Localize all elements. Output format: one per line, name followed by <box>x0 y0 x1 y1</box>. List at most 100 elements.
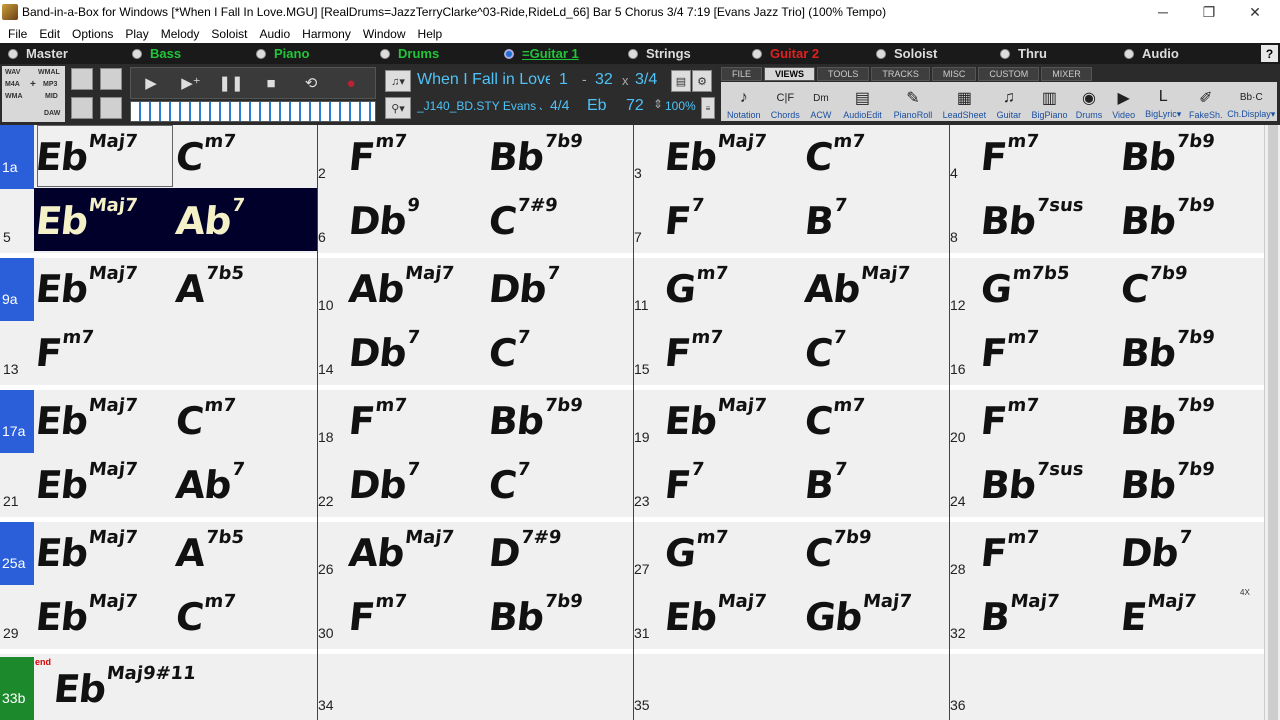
chord-symbol[interactable]: Bb7b9 <box>1119 395 1216 443</box>
help-button[interactable]: ? <box>1261 45 1278 62</box>
restore-button[interactable]: ❐ <box>1186 0 1232 24</box>
piano-keyboard[interactable] <box>130 101 376 122</box>
menu-lines-icon[interactable]: ≡ <box>701 97 715 119</box>
menu-harmony[interactable]: Harmony <box>296 27 357 41</box>
chord-symbol[interactable]: Bb7b9 <box>1119 131 1216 179</box>
chord-symbol[interactable]: EbMaj7 <box>34 263 139 311</box>
mid-label[interactable]: MID <box>45 93 58 100</box>
stop-icon[interactable]: ■ <box>251 75 291 92</box>
menu-options[interactable]: Options <box>66 27 119 41</box>
chord-symbol[interactable]: C7 <box>803 327 847 375</box>
tempo-percent[interactable]: 100% <box>665 99 696 113</box>
view-bigpiano-button[interactable]: ▥ BigPiano <box>1028 82 1072 121</box>
chord-symbol[interactable]: Cm7 <box>174 591 237 639</box>
tab-misc[interactable]: MISC <box>931 67 977 81</box>
chord-symbol[interactable]: Gm7 <box>663 527 730 575</box>
view-acw-button[interactable]: Dm ACW <box>804 82 838 121</box>
chord-symbol[interactable]: Bb7b9 <box>1119 327 1216 375</box>
record-icon[interactable]: ● <box>331 75 371 92</box>
chord-symbol[interactable]: Bb7b9 <box>487 131 584 179</box>
chord-symbol[interactable]: Fm7 <box>347 131 408 179</box>
tab-tracks[interactable]: TRACKS <box>871 67 930 81</box>
view-pianoroll-button[interactable]: ✎ PianoRoll <box>887 82 938 121</box>
chord-sheet[interactable]: 1a 9a 17a 25a 33b 2 3 4 5 6 7 8 10 11 12 13 14 15 16 18 19 2… <box>0 125 1264 720</box>
chord-symbol[interactable]: D7#9 <box>487 527 563 575</box>
tab-tools[interactable]: TOOLS <box>817 67 870 81</box>
chord-symbol[interactable]: Ab7 <box>174 195 246 243</box>
chord-symbol[interactable]: Cm7 <box>174 395 237 443</box>
menu-play[interactable]: Play <box>119 27 154 41</box>
chorus-start[interactable]: 1 <box>559 71 568 89</box>
chord-symbol[interactable]: Fm7 <box>347 591 408 639</box>
section-marker[interactable]: 1a <box>0 125 34 189</box>
chord-symbol[interactable]: Gm7b5 <box>979 263 1071 311</box>
loop-icon[interactable]: ⟲ <box>291 74 331 92</box>
chord-symbol[interactable]: Db9 <box>347 195 421 243</box>
chord-symbol[interactable]: C7 <box>487 459 531 507</box>
menu-audio[interactable]: Audio <box>253 27 296 41</box>
wmal-label[interactable]: WMAL <box>38 69 60 76</box>
view-biglyric-button[interactable]: L BigLyric▾ <box>1140 82 1186 121</box>
chord-symbol[interactable]: F7 <box>663 459 706 507</box>
tempo-field[interactable]: 72 <box>626 97 644 115</box>
tab-file[interactable]: FILE <box>721 67 763 81</box>
daw-label[interactable]: DAW <box>44 110 60 117</box>
chord-symbol[interactable]: C7b9 <box>1119 263 1189 311</box>
generate-icon[interactable] <box>100 68 122 90</box>
song-title-field[interactable]: When I Fall in Love <box>417 71 550 89</box>
chord-symbol[interactable]: Db7 <box>347 327 421 375</box>
wav-label[interactable]: WAV <box>5 69 20 76</box>
track-drums[interactable]: Drums <box>380 43 439 64</box>
style-name-field[interactable]: _J140_BD.STY Evans Jazz Trio sw8 <box>417 99 542 113</box>
view-video-button[interactable]: ▶ Video <box>1107 82 1141 121</box>
chord-symbol[interactable]: Bb7b9 <box>487 591 584 639</box>
m4a-label[interactable]: M4A <box>5 81 20 88</box>
menu-help[interactable]: Help <box>412 27 449 41</box>
track-strings[interactable]: Strings <box>628 43 691 64</box>
view-guitar-button[interactable]: ♫ Guitar <box>990 82 1028 121</box>
section-marker[interactable]: 33b <box>0 657 34 720</box>
style-search-icon[interactable]: ⚲▾ <box>385 97 411 119</box>
wma-label[interactable]: WMA <box>5 93 23 100</box>
chord-symbol[interactable]: A7b5 <box>174 527 245 575</box>
chord-symbol[interactable]: Fm7 <box>979 395 1040 443</box>
chord-symbol[interactable]: EbMaj9#11 <box>52 663 197 711</box>
vertical-scrollbar[interactable] <box>1264 125 1280 720</box>
chord-symbol[interactable]: Fm7 <box>347 395 408 443</box>
scroll-thumb[interactable] <box>1268 125 1278 720</box>
tempo-spinner-icon[interactable]: ⇕ <box>653 97 663 111</box>
menu-melody[interactable]: Melody <box>155 27 206 41</box>
chord-symbol[interactable]: Cm7 <box>803 395 866 443</box>
chord-symbol[interactable]: EbMaj7 <box>34 591 139 639</box>
menu-window[interactable]: Window <box>357 27 412 41</box>
chord-symbol[interactable]: C7b9 <box>803 527 873 575</box>
chord-symbol[interactable]: F7 <box>663 195 706 243</box>
mp3-label[interactable]: MP3 <box>43 81 57 88</box>
chord-symbol[interactable]: EbMaj7 <box>34 459 139 507</box>
view-chords-button[interactable]: C|F Chords <box>767 82 805 121</box>
chord-symbol[interactable]: Db7 <box>1119 527 1193 575</box>
notes-icon[interactable]: ▤ <box>671 70 691 92</box>
chord-symbol[interactable]: Fm7 <box>979 327 1040 375</box>
view-chord-display-button[interactable]: Bb·C Ch.Display▾ <box>1226 82 1277 121</box>
tab-mixer[interactable]: MIXER <box>1041 67 1092 81</box>
chord-symbol[interactable]: C7 <box>487 327 531 375</box>
chord-symbol[interactable]: Fm7 <box>979 527 1040 575</box>
track-soloist[interactable]: Soloist <box>876 43 937 64</box>
choruses-count[interactable]: 3/4 <box>635 71 657 89</box>
play-from-icon[interactable]: ▶⁺ <box>171 74 211 92</box>
tab-custom[interactable]: CUSTOM <box>978 67 1040 81</box>
chord-symbol[interactable]: GbMaj7 <box>803 591 913 639</box>
chord-symbol[interactable]: A7b5 <box>174 263 245 311</box>
chord-symbol[interactable]: AbMaj7 <box>347 527 455 575</box>
chord-symbol[interactable]: Cm7 <box>803 131 866 179</box>
chord-symbol[interactable]: BMaj7 <box>979 591 1061 639</box>
save-icon[interactable] <box>71 97 93 119</box>
view-fakesheet-button[interactable]: ✐ FakeSh. <box>1186 82 1226 121</box>
view-leadsheet-button[interactable]: ▦ LeadSheet <box>939 82 990 121</box>
track-master[interactable]: Master <box>8 43 68 64</box>
chord-symbol[interactable]: B7 <box>803 195 849 243</box>
chord-symbol[interactable]: C7#9 <box>487 195 559 243</box>
save-as-icon[interactable] <box>100 97 122 119</box>
pause-icon[interactable]: ❚❚ <box>211 74 251 92</box>
